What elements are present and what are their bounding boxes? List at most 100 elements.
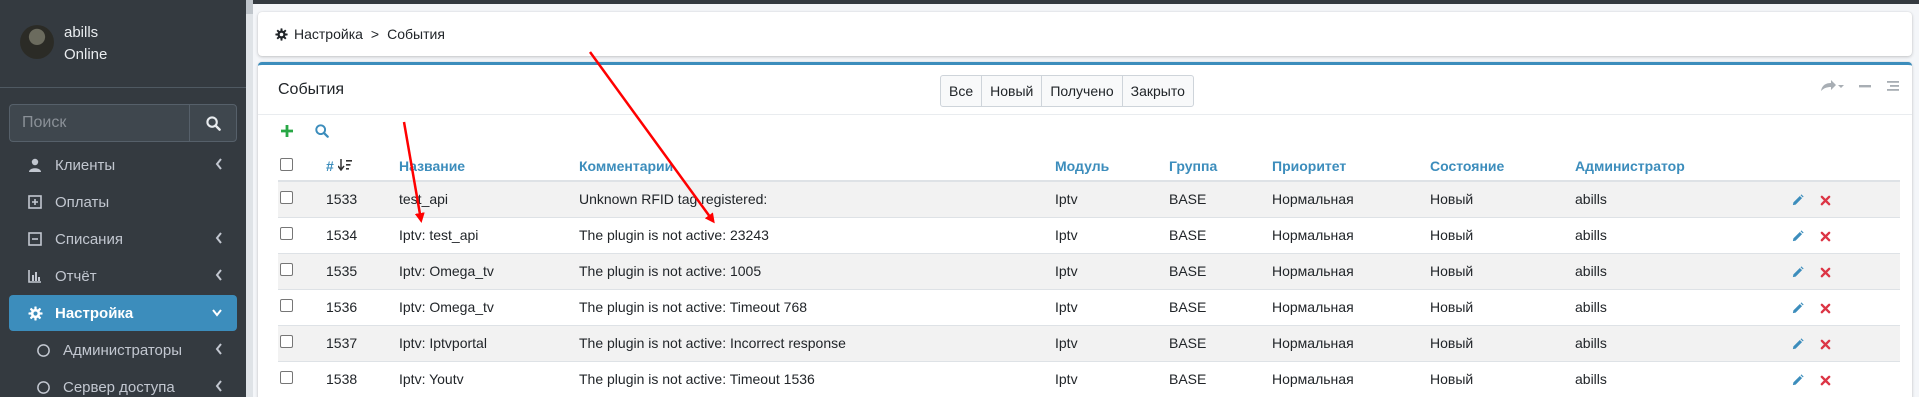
cell-group: BASE — [1169, 288, 1272, 325]
table-row[interactable]: 1536 Iptv: Omega_tv The plugin is not ac… — [278, 288, 1900, 325]
delete-x-icon[interactable] — [1820, 267, 1831, 278]
breadcrumb-root-link[interactable]: Настройка — [294, 26, 363, 42]
cell-comment: The plugin is not active: Incorrect resp… — [579, 324, 1055, 361]
select-all-checkbox[interactable] — [280, 158, 293, 171]
column-header-name[interactable]: Название — [399, 147, 579, 182]
cell-module: Iptv — [1055, 252, 1169, 289]
edit-pencil-icon[interactable] — [1791, 230, 1804, 243]
menu-lines-icon[interactable] — [1886, 79, 1900, 93]
column-header-comment[interactable]: Комментарии — [579, 147, 1055, 182]
cell-admin: abills — [1575, 360, 1791, 397]
cell-admin: abills — [1575, 180, 1791, 217]
table-row[interactable]: 1533 test_api Unknown RFID tag registere… — [278, 180, 1900, 217]
row-checkbox[interactable] — [280, 263, 293, 276]
sidebar-item-charges[interactable]: Списания — [9, 222, 237, 256]
collapse-icon[interactable] — [1858, 79, 1872, 93]
search-input[interactable] — [9, 104, 189, 142]
cell-state: Новый — [1430, 360, 1575, 397]
cell-actions — [1791, 252, 1900, 289]
user-name[interactable]: abills — [64, 24, 98, 41]
cell-priority: Нормальная — [1272, 324, 1430, 361]
sidebar-scrollbar-thumb[interactable] — [246, 0, 253, 14]
sidebar-item-reports[interactable]: Отчёт — [9, 259, 237, 293]
cell-name: Iptv: Youtv — [399, 360, 579, 397]
cell-name: Iptv: Iptvportal — [399, 324, 579, 361]
user-icon — [25, 158, 45, 172]
add-event-button[interactable] — [280, 124, 294, 138]
cell-comment: The plugin is not active: 23243 — [579, 216, 1055, 253]
table-row[interactable]: 1538 Iptv: Youtv The plugin is not activ… — [278, 360, 1900, 397]
edit-pencil-icon[interactable] — [1791, 194, 1804, 207]
filter-closed-button[interactable]: Закрыто — [1123, 76, 1193, 106]
cell-group: BASE — [1169, 216, 1272, 253]
chevron-down-icon — [212, 309, 222, 317]
chevron-left-icon — [215, 232, 222, 244]
filter-all-button[interactable]: Все — [941, 76, 983, 106]
column-header-group[interactable]: Группа — [1169, 147, 1272, 182]
cell-id: 1536 — [326, 288, 399, 325]
filter-received-button[interactable]: Получено — [1042, 76, 1123, 106]
filter-new-button[interactable]: Новый — [982, 76, 1043, 106]
cell-actions — [1791, 216, 1900, 253]
row-checkbox[interactable] — [280, 371, 293, 385]
table-row[interactable]: 1535 Iptv: Omega_tv The plugin is not ac… — [278, 252, 1900, 289]
table-row[interactable]: 1537 Iptv: Iptvportal The plugin is not … — [278, 324, 1900, 361]
column-header-actions — [1791, 147, 1900, 182]
cell-id: 1535 — [326, 252, 399, 289]
edit-pencil-icon[interactable] — [1791, 302, 1804, 315]
cell-priority: Нормальная — [1272, 180, 1430, 217]
status-filter-group: Все Новый Получено Закрыто — [940, 75, 1194, 107]
edit-pencil-icon[interactable] — [1791, 374, 1804, 387]
cell-priority: Нормальная — [1272, 288, 1430, 325]
row-checkbox[interactable] — [280, 227, 293, 240]
sidebar-item-payments[interactable]: Оплаты — [9, 185, 237, 219]
delete-x-icon[interactable] — [1820, 303, 1831, 314]
edit-pencil-icon[interactable] — [1791, 266, 1804, 279]
cell-group: BASE — [1169, 180, 1272, 217]
delete-x-icon[interactable] — [1820, 195, 1831, 206]
bar-chart-icon — [25, 269, 45, 283]
delete-x-icon[interactable] — [1820, 231, 1831, 242]
row-checkbox[interactable] — [280, 191, 293, 205]
sidebar-item-administrators[interactable]: Администраторы — [9, 333, 237, 367]
minus-square-icon — [25, 232, 45, 246]
circle-icon — [33, 343, 53, 358]
sidebar-item-label: Списания — [55, 230, 123, 248]
cell-admin: abills — [1575, 324, 1791, 361]
delete-x-icon[interactable] — [1820, 339, 1831, 350]
cell-module: Iptv — [1055, 288, 1169, 325]
events-card: События Все Новый Получено Закрыто # Наз… — [258, 62, 1912, 397]
cell-name: test_api — [399, 180, 579, 217]
table-search-icon[interactable] — [315, 124, 329, 138]
sidebar-item-clients[interactable]: Клиенты — [9, 148, 237, 182]
table-row[interactable]: 1534 Iptv: test_api The plugin is not ac… — [278, 216, 1900, 253]
sidebar-item-label: Сервер доступа — [63, 378, 175, 396]
circle-icon — [33, 380, 53, 395]
column-header-priority[interactable]: Приоритет — [1272, 147, 1430, 182]
sidebar-item-label: Отчёт — [55, 267, 97, 285]
row-checkbox[interactable] — [280, 335, 293, 348]
cell-module: Iptv — [1055, 324, 1169, 361]
sidebar-scrollbar-track[interactable] — [246, 0, 253, 397]
avatar[interactable] — [20, 25, 54, 59]
cell-group: BASE — [1169, 324, 1272, 361]
cell-state: Новый — [1430, 324, 1575, 361]
sidebar-item-access-server[interactable]: Сервер доступа — [9, 370, 237, 397]
cell-actions — [1791, 360, 1900, 397]
breadcrumb: Настройка > События — [258, 12, 1912, 56]
cell-comment: The plugin is not active: 1005 — [579, 252, 1055, 289]
column-header-state[interactable]: Состояние — [1430, 147, 1575, 182]
search-button[interactable] — [189, 104, 237, 142]
sidebar-item-settings[interactable]: Настройка — [9, 295, 237, 331]
cell-state: Новый — [1430, 180, 1575, 217]
column-header-id[interactable]: # — [326, 147, 399, 182]
sort-desc-icon[interactable] — [337, 159, 352, 172]
edit-pencil-icon[interactable] — [1791, 338, 1804, 351]
cell-id: 1538 — [326, 360, 399, 397]
delete-x-icon[interactable] — [1820, 375, 1831, 386]
share-dropdown-icon[interactable] — [1820, 79, 1844, 93]
cell-priority: Нормальная — [1272, 360, 1430, 397]
row-checkbox[interactable] — [280, 299, 293, 312]
column-header-admin[interactable]: Администратор — [1575, 147, 1791, 182]
column-header-module[interactable]: Модуль — [1055, 147, 1169, 182]
